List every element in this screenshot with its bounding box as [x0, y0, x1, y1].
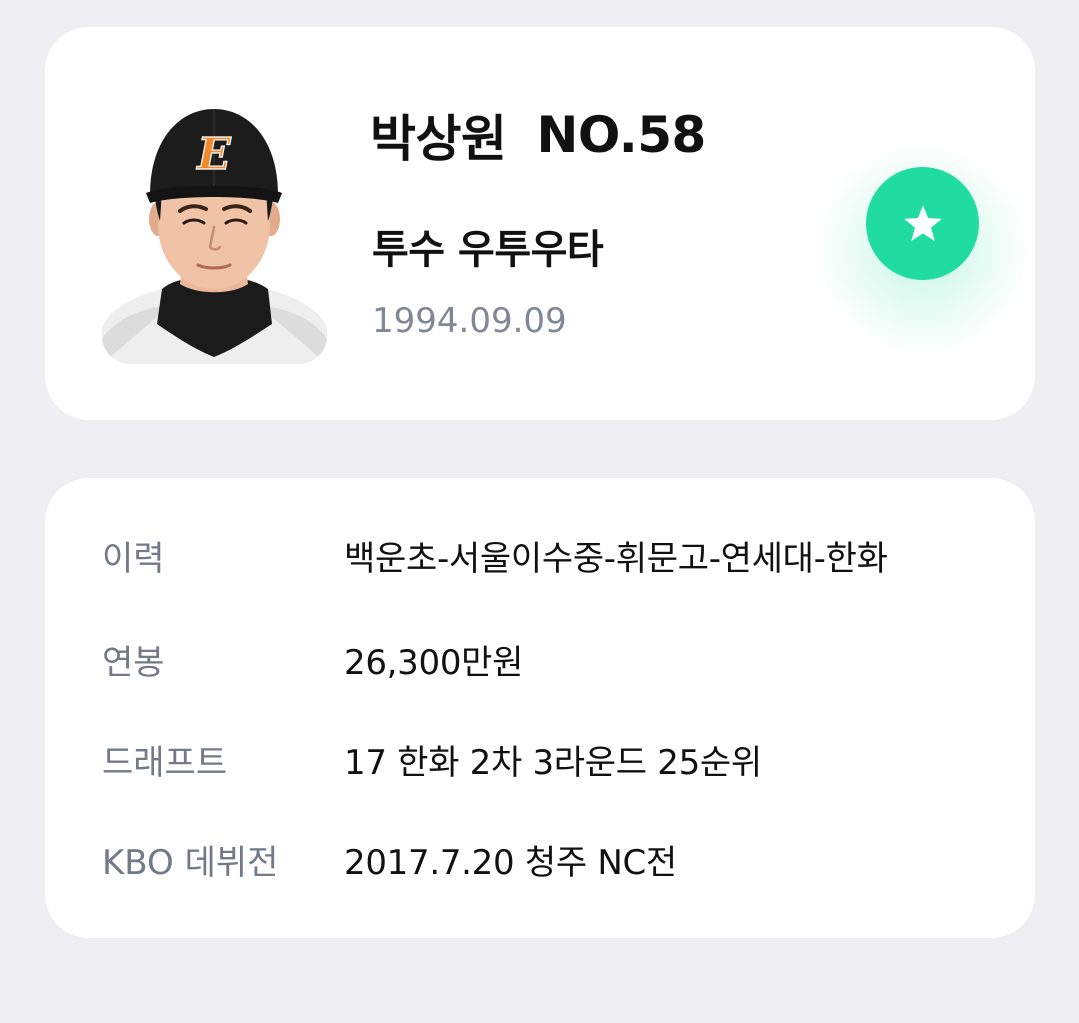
info-label: KBO 데뷔전: [102, 842, 279, 883]
info-row-draft: 드래프트 17 한화 2차 3라운드 25순위: [102, 729, 995, 789]
player-name: 박상원: [370, 110, 507, 168]
info-label: 이력: [102, 538, 165, 579]
star-icon: [903, 204, 942, 241]
info-label: 드래프트: [102, 742, 228, 783]
player-profile-card: E 박상원 NO.58 투수 우투우타 1994.09.09: [45, 27, 1035, 420]
info-row-debut: KBO 데뷔전 2017.7.20 청주 NC전: [102, 829, 995, 889]
player-photo: E: [102, 99, 327, 364]
favorite-button[interactable]: [866, 167, 979, 280]
player-birth-date: 1994.09.09: [372, 301, 567, 341]
info-row-salary: 연봉 26,300만원: [102, 629, 995, 689]
player-position: 투수 우투우타: [372, 227, 604, 273]
player-number: NO.58: [536, 106, 707, 164]
cap-logo: E: [195, 129, 232, 180]
player-info-card: 이력 백운초-서울이수중-휘문고-연세대-한화 연봉 26,300만원 드래프트…: [45, 478, 1035, 938]
info-label: 연봉: [102, 642, 165, 683]
info-value: 2017.7.20 청주 NC전: [344, 842, 677, 883]
info-value: 백운초-서울이수중-휘문고-연세대-한화: [344, 538, 888, 579]
info-value: 26,300만원: [344, 642, 524, 683]
player-title: 박상원 NO.58: [370, 105, 707, 168]
info-row-career: 이력 백운초-서울이수중-휘문고-연세대-한화: [102, 525, 995, 585]
info-value: 17 한화 2차 3라운드 25순위: [344, 742, 762, 783]
